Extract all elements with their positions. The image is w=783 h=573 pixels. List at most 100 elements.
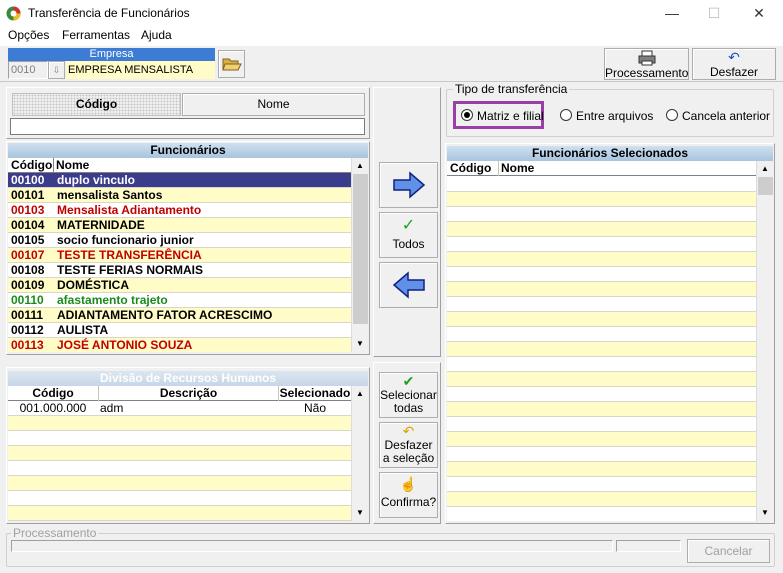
table-row[interactable] [8,476,351,491]
radio-cancela-anterior-label[interactable]: Cancela anterior [682,109,770,123]
table-row[interactable] [447,176,756,192]
funcionario-nome: AULISTA [57,323,109,337]
table-row[interactable] [8,446,351,461]
scroll-up-icon[interactable]: ▲ [352,158,368,174]
list-item[interactable]: 00107 TESTE TRANSFERÊNCIA [8,248,351,263]
menu-ajuda[interactable]: Ajuda [141,28,172,42]
scroll-down-icon[interactable]: ▼ [352,505,368,521]
radio-matriz-filial-label[interactable]: Matriz e filial [477,109,544,123]
menu-ferramentas[interactable]: Ferramentas [62,28,130,42]
table-row[interactable] [447,387,756,402]
table-row[interactable] [447,222,756,237]
list-item[interactable]: 00111 ADIANTAMENTO FATOR ACRESCIMO [8,308,351,323]
table-row[interactable] [8,491,351,506]
radio-matriz-filial[interactable] [461,109,473,121]
move-left-button[interactable] [379,262,438,308]
col-codigo-header[interactable]: Código [11,158,52,172]
search-input[interactable] [10,118,365,135]
table-row[interactable] [8,506,351,521]
selecionados-scrollbar[interactable]: ▲ ▼ [756,161,773,521]
empresa-lookup-button[interactable]: ⇩ [48,61,65,79]
list-item[interactable]: 00112 AULISTA [8,323,351,338]
tab-nome[interactable]: Nome [182,93,365,116]
list-item[interactable]: 00108 TESTE FERIAS NORMAIS [8,263,351,278]
table-row[interactable] [447,477,756,492]
table-row[interactable]: 001.000.000 adm Não [8,401,351,416]
funcionarios-scrollbar[interactable]: ▲ ▼ [351,158,368,352]
scroll-up-icon[interactable]: ▲ [757,161,773,177]
table-row[interactable] [447,267,756,282]
processamento-button[interactable]: Processamento [604,48,689,80]
funcionario-codigo: 00101 [11,188,45,202]
col-descricao-header[interactable]: Descrição [99,386,278,400]
scroll-down-icon[interactable]: ▼ [757,505,773,521]
table-row[interactable] [447,282,756,297]
radio-entre-arquivos[interactable] [560,109,572,121]
table-row[interactable] [447,327,756,342]
table-row[interactable] [447,237,756,252]
table-row[interactable] [447,372,756,387]
table-row[interactable] [447,462,756,477]
table-row[interactable] [447,207,756,222]
scroll-thumb[interactable] [353,174,368,324]
table-row[interactable] [447,492,756,507]
table-row[interactable] [447,342,756,357]
confirma-button[interactable]: ☝ Confirma? [379,472,438,518]
list-item[interactable]: 00101 mensalista Santos [8,188,351,203]
table-row[interactable] [447,192,756,207]
close-button[interactable]: ✕ [742,0,776,27]
tab-codigo[interactable]: Código [12,93,181,116]
scroll-down-icon[interactable]: ▼ [352,336,368,352]
list-item[interactable]: 00110 afastamento trajeto [8,293,351,308]
table-row[interactable] [447,297,756,312]
col-selecionado-header[interactable]: Selecionado [279,386,351,400]
desfazer-selecao-button[interactable]: ↶ Desfazer a seleção [379,422,438,468]
open-folder-button[interactable] [218,50,245,78]
todos-button[interactable]: ✓ Todos [379,212,438,258]
divisao-scrollbar[interactable]: ▲ ▼ [351,386,368,521]
table-row[interactable] [447,252,756,267]
scroll-thumb[interactable] [758,177,773,195]
table-row[interactable] [447,507,756,521]
minimize-button[interactable]: — [655,0,689,27]
list-item[interactable]: 00109 DOMÉSTICA [8,278,351,293]
table-row[interactable] [447,432,756,447]
scroll-up-icon[interactable]: ▲ [352,386,368,402]
funcionarios-header: Código Nome [8,158,351,173]
table-row[interactable] [8,461,351,476]
move-right-button[interactable] [379,162,438,208]
list-item[interactable]: 00113 JOSÉ ANTONIO SOUZA [8,338,351,352]
funcionario-codigo: 00104 [11,218,45,232]
table-row[interactable] [8,431,351,446]
divisao-header: Código Descrição Selecionado [8,386,351,401]
list-item[interactable]: 00104 MATERNIDADE [8,218,351,233]
table-row[interactable] [447,447,756,462]
empresa-code-field[interactable]: 0010 [8,61,48,79]
maximize-button[interactable]: ☐ [697,0,731,27]
menu-opcoes[interactable]: Opções [8,28,49,42]
printer-icon [638,50,655,66]
desfazer-button[interactable]: ↶ Desfazer [692,48,776,80]
col-codigo-header[interactable]: Código [8,386,98,400]
list-item[interactable]: 00103 Mensalista Adiantamento [8,203,351,218]
radio-cancela-anterior[interactable] [666,109,678,121]
table-row[interactable] [447,417,756,432]
funcionario-nome: MATERNIDADE [57,218,145,232]
radio-entre-arquivos-label[interactable]: Entre arquivos [576,109,653,123]
funcionarios-title: Funcionários [8,143,368,158]
maximize-icon: ☐ [707,5,721,21]
cancelar-button[interactable]: Cancelar [687,539,770,563]
col-nome-header[interactable]: Nome [56,158,89,172]
table-row[interactable] [8,416,351,431]
funcionario-codigo: 00100 [11,173,45,187]
selecionar-todas-button[interactable]: ✔ Selecionar todas [379,372,438,418]
funcionario-nome: duplo vinculo [57,173,135,187]
table-row[interactable] [447,357,756,372]
table-row[interactable] [447,402,756,417]
col-codigo-header[interactable]: Código [450,161,491,175]
list-item[interactable]: 00105 socio funcionario junior [8,233,351,248]
list-item[interactable]: 00100 duplo vinculo [8,173,351,188]
funcionario-nome: afastamento trajeto [57,293,168,307]
table-row[interactable] [447,312,756,327]
col-nome-header[interactable]: Nome [501,161,534,175]
